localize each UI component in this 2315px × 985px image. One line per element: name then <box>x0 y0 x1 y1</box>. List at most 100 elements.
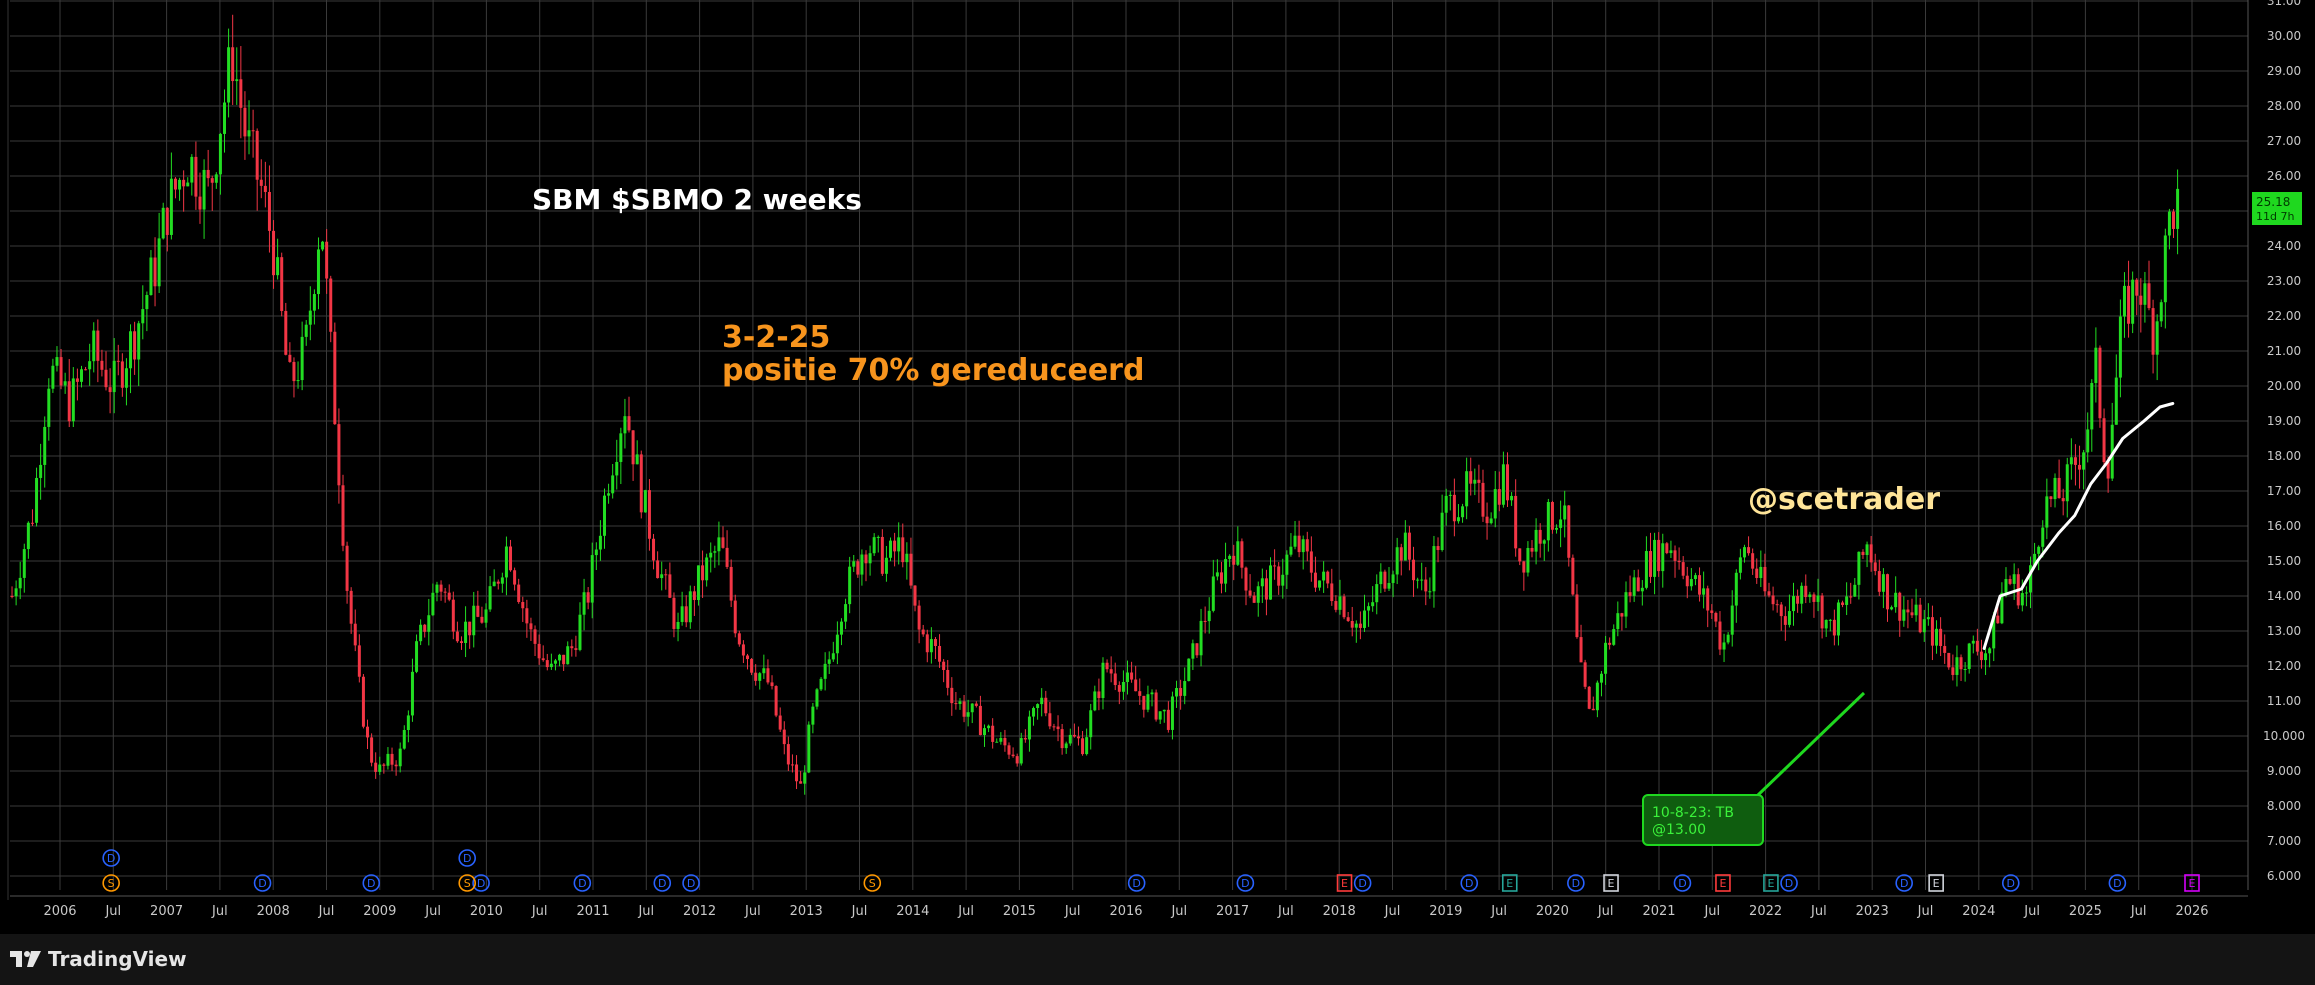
candle-body-down <box>390 753 394 765</box>
candle-body-up <box>1456 517 1460 522</box>
price-chart[interactable]: 6.000 7.000 8.000 9.000 10.000 11.00 12.00 13.0… <box>0 0 2315 985</box>
candle-body-up <box>484 609 488 623</box>
candle-body-down <box>664 574 668 576</box>
candle-body-down <box>1636 577 1640 592</box>
candle-body-down <box>1007 745 1011 755</box>
candle-body-up <box>1432 546 1436 592</box>
candle-body-down <box>725 547 729 567</box>
candle-body-up <box>578 614 582 650</box>
candle-body-down <box>382 764 386 766</box>
candle-body-up <box>831 653 835 660</box>
candle-body-down <box>1350 620 1354 628</box>
candle-body-down <box>116 360 120 362</box>
candle-body-up <box>35 477 39 523</box>
candle-body-up <box>1293 535 1297 547</box>
candle-body-down <box>1657 539 1661 572</box>
candle-body-up <box>1828 619 1832 621</box>
candle-body-up <box>1734 572 1738 606</box>
candle-body-down <box>1097 691 1101 698</box>
candle-body-up <box>819 678 823 690</box>
price-badge-countdown: 11d 7h <box>2256 210 2294 223</box>
candle-body-down <box>1383 571 1387 589</box>
candle-body-down <box>284 310 288 355</box>
candle-body-down <box>1608 642 1612 645</box>
split-marker-label: S <box>869 877 876 890</box>
candle-body-down <box>917 605 921 630</box>
time-axis-label: 2021 <box>1642 904 1675 919</box>
candle-body-down <box>259 179 263 186</box>
candle-body-down <box>1685 575 1689 587</box>
candle-body-up <box>1792 596 1796 612</box>
candle-body-up <box>214 174 218 183</box>
candle-body-up <box>500 577 504 584</box>
candle-body-up <box>43 426 47 465</box>
candle-body-down <box>1771 595 1775 605</box>
candle-body-up <box>1730 605 1734 635</box>
candle-body-up <box>1354 623 1358 628</box>
candle-body-down <box>272 230 276 276</box>
candle-body-up <box>321 241 325 250</box>
candle-body-down <box>1203 620 1207 622</box>
candle-body-down <box>2127 285 2131 324</box>
candle-body-down <box>2139 295 2143 305</box>
candle-body-up <box>1093 691 1097 711</box>
candle-body-down <box>938 645 942 662</box>
candle-body-down <box>1052 726 1056 728</box>
candle-body-down <box>1975 640 1979 652</box>
tradingview-logo[interactable]: TradingView <box>10 946 187 972</box>
candle-body-down <box>1277 566 1281 586</box>
candle-body-up <box>1183 681 1187 696</box>
split-marker-label: S <box>108 877 115 890</box>
candle-body-down <box>1399 547 1403 561</box>
dividend-marker-label: D <box>107 852 115 865</box>
candle-body-up <box>1089 710 1093 738</box>
earnings-marker-label: E <box>1608 877 1615 890</box>
candle-body-up <box>884 557 888 574</box>
candle-body-up <box>2065 464 2069 502</box>
candle-body-up <box>157 238 161 287</box>
candle-body-up <box>1199 620 1203 656</box>
time-axis-label: 2023 <box>1856 904 1889 919</box>
candle-body-up <box>1836 602 1840 636</box>
candle-body-up <box>1036 704 1040 709</box>
candle-body-down <box>741 644 745 656</box>
annotation-date: 3-2-25 <box>722 320 830 355</box>
candle-body-up <box>594 549 598 556</box>
candle-body-up <box>1338 596 1342 610</box>
candle-body-down <box>1113 673 1117 686</box>
tradingview-icon <box>10 951 41 967</box>
candle-body-up <box>1387 583 1391 589</box>
candle-body-down <box>1240 541 1244 568</box>
candle-body-down <box>2098 347 2102 419</box>
candle-body-down <box>656 560 660 579</box>
candle-body-up <box>2122 285 2126 317</box>
time-axis-label: Jul <box>2130 904 2147 919</box>
candle-body-up <box>566 646 570 665</box>
candle-body-down <box>1898 592 1902 621</box>
candle-body-down <box>652 538 656 561</box>
time-axis-label: Jul <box>424 904 441 919</box>
candle-body-down <box>1698 575 1702 595</box>
candle-body-down <box>1358 623 1362 628</box>
candle-body-down <box>1841 602 1845 605</box>
candle-body-up <box>431 592 435 616</box>
time-axis-label: Jul <box>1170 904 1187 919</box>
candle-body-down <box>1877 571 1881 592</box>
candle-body-up <box>2090 383 2094 430</box>
candle-body-up <box>112 360 116 393</box>
candle-body-up <box>63 381 67 386</box>
candle-body-up <box>88 361 92 370</box>
candle-body-up <box>1375 584 1379 603</box>
candle-body-up <box>1661 543 1665 572</box>
candle-body-down <box>1452 494 1456 522</box>
candle-body-up <box>51 365 55 389</box>
dividend-marker-label: D <box>1465 877 1473 890</box>
earnings-marker-label: E <box>1767 877 1774 890</box>
candle-body-down <box>1326 571 1330 584</box>
candle-body-up <box>178 179 182 190</box>
candle-body-down <box>729 566 733 601</box>
time-axis-label: Jul <box>957 904 974 919</box>
candle-body-up <box>472 605 476 636</box>
candle-body-up <box>316 249 320 295</box>
candle-body-down <box>333 331 337 425</box>
